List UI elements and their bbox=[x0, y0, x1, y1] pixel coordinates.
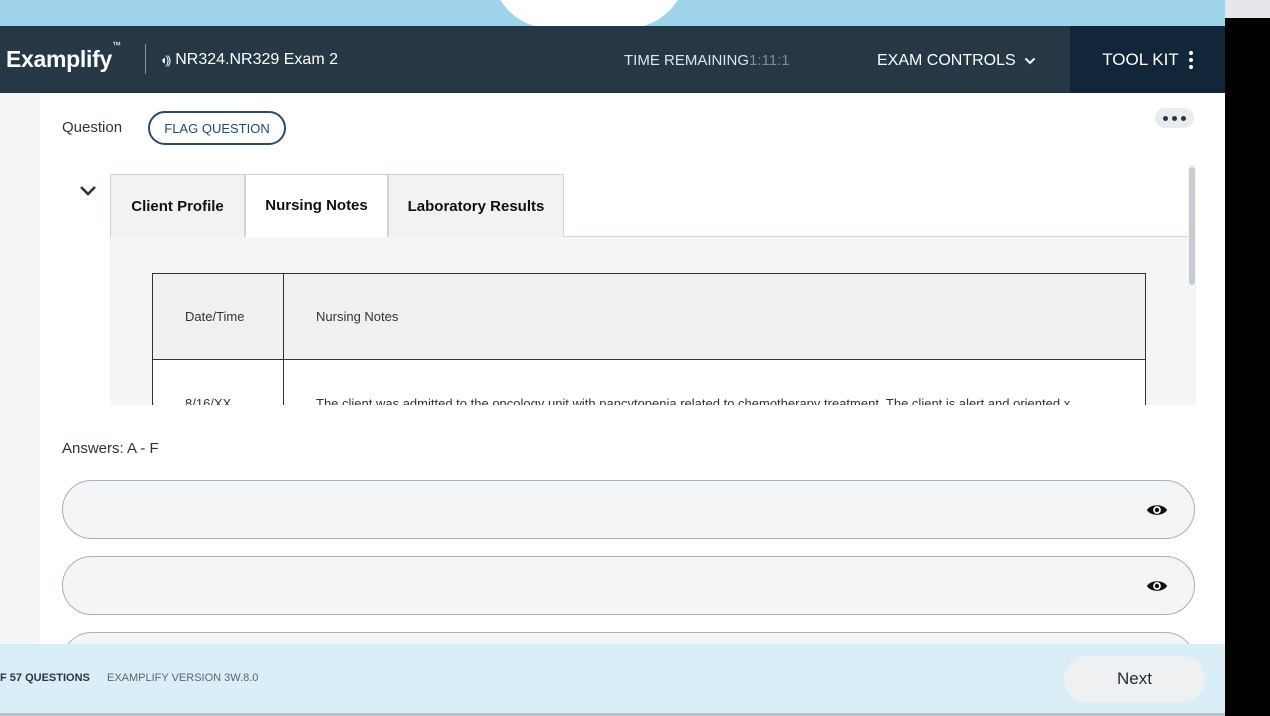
timer-value: 1:11:1 bbox=[749, 52, 790, 69]
question-heading: Question bbox=[62, 119, 122, 136]
kebab-icon bbox=[1188, 50, 1193, 69]
footer-bar: F 57 QUESTIONS EXAMPLIFY VERSION 3W.8.0 … bbox=[0, 644, 1225, 716]
exam-controls-label: EXAM CONTROLS bbox=[877, 52, 1016, 69]
audio-icon[interactable]: ◖)) bbox=[160, 53, 171, 67]
table-header-row: Date/Time Nursing Notes bbox=[152, 273, 1146, 360]
answer-option-b[interactable] bbox=[62, 556, 1195, 615]
eye-icon[interactable] bbox=[1146, 576, 1168, 596]
chevron-down-icon bbox=[1024, 57, 1035, 65]
tab-client-profile[interactable]: Client Profile bbox=[110, 174, 245, 237]
time-remaining[interactable]: TIME REMAINING1:11:1 bbox=[624, 52, 790, 69]
right-edge-top bbox=[1225, 0, 1270, 18]
brand-name: Examplify bbox=[6, 46, 112, 72]
exam-controls-button[interactable]: EXAM CONTROLS bbox=[877, 52, 1036, 70]
answer-option-a[interactable] bbox=[62, 480, 1195, 539]
collapse-chevron-icon[interactable] bbox=[78, 181, 98, 201]
stimulus-tabs: Client Profile Nursing Notes Laboratory … bbox=[110, 174, 564, 237]
tab-laboratory-results[interactable]: Laboratory Results bbox=[388, 174, 564, 237]
next-button[interactable]: Next bbox=[1064, 656, 1205, 702]
version-text: EXAMPLIFY VERSION 3W.8.0 bbox=[107, 672, 259, 684]
toolkit-label: TOOL KIT bbox=[1102, 49, 1179, 69]
answers-label: Answers: A - F bbox=[62, 440, 159, 457]
brand-trademark: ™ bbox=[111, 40, 121, 51]
table-clip-mask bbox=[62, 405, 1197, 435]
toolkit-button[interactable]: TOOL KIT bbox=[1070, 26, 1225, 93]
exam-name: NR324.NR329 Exam 2 bbox=[175, 51, 338, 68]
flag-question-button[interactable]: FLAG QUESTION bbox=[148, 111, 286, 145]
stimulus-scrollbar-thumb[interactable] bbox=[1189, 167, 1195, 285]
right-edge bbox=[1225, 0, 1270, 716]
tab-nursing-notes[interactable]: Nursing Notes bbox=[245, 174, 388, 237]
header-nursing-notes: Nursing Notes bbox=[283, 273, 1146, 360]
question-label: Question bbox=[62, 119, 123, 136]
top-navbar: Examplify™ ◖)) NR324.NR329 Exam 2 TIME R… bbox=[0, 26, 1225, 93]
header-date-time: Date/Time bbox=[152, 273, 284, 360]
question-progress: F 57 QUESTIONS bbox=[0, 672, 90, 684]
timer-label: TIME REMAINING bbox=[624, 52, 750, 69]
flag-question-label: FLAG QUESTION bbox=[164, 120, 270, 136]
more-options-button[interactable] bbox=[1155, 108, 1194, 128]
brand-logo: Examplify™ bbox=[6, 40, 121, 73]
eye-icon[interactable] bbox=[1146, 500, 1168, 520]
left-gutter bbox=[0, 93, 40, 643]
next-label: Next bbox=[1117, 669, 1152, 688]
nav-separator bbox=[145, 44, 146, 74]
exam-title: ◖)) NR324.NR329 Exam 2 bbox=[160, 51, 338, 69]
